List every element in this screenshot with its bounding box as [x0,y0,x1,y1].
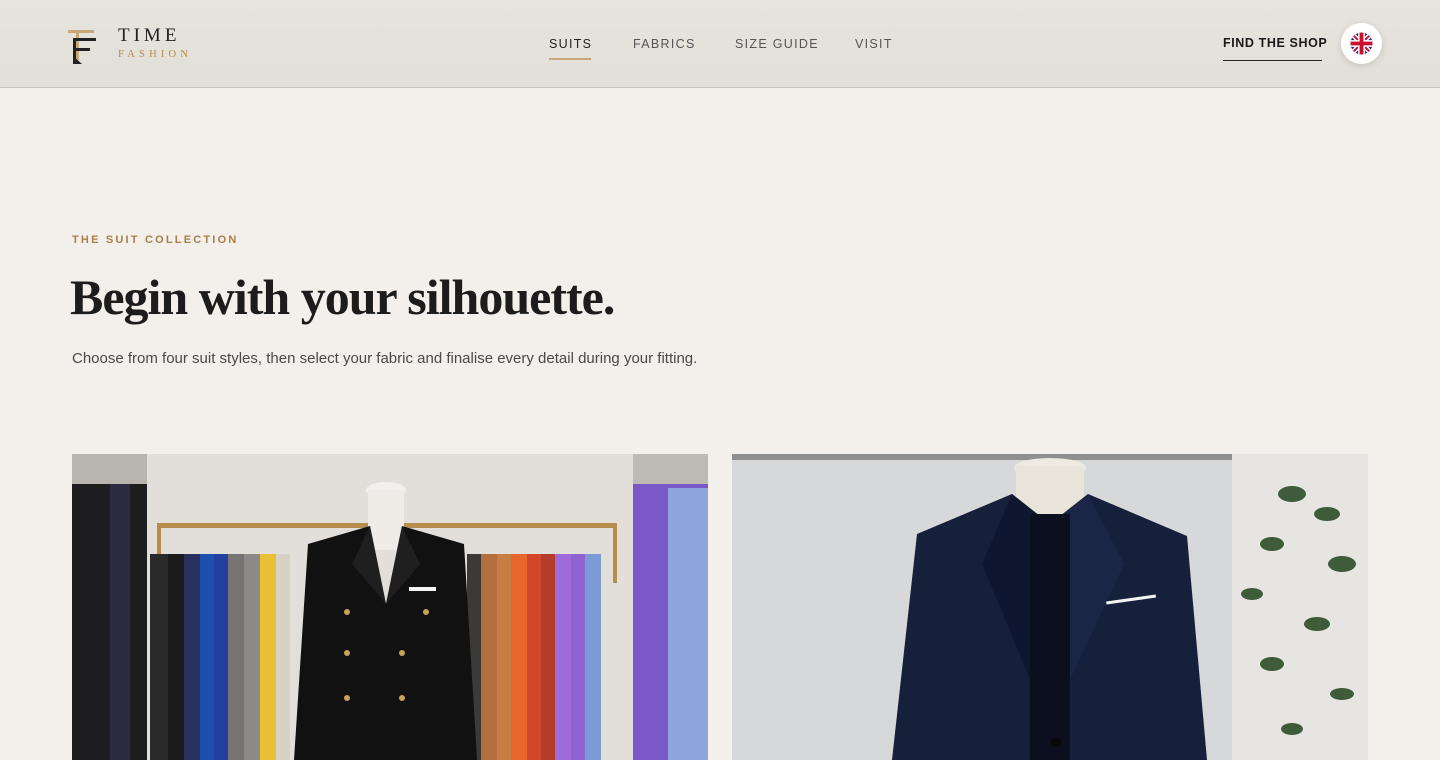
nav-item-suits[interactable]: SUITS [549,37,592,51]
logo-monogram-icon [68,30,96,64]
suit-card-double-breasted[interactable] [72,454,708,760]
intro-paragraph: Choose from four suit styles, then selec… [72,350,698,367]
find-the-shop-link[interactable]: FIND THE SHOP [1223,36,1327,50]
nav-item-size-guide[interactable]: SIZE GUIDE [735,37,819,51]
find-shop-underline [1223,60,1322,61]
double-breasted-suit-image [72,454,708,760]
uk-flag-icon [1350,32,1373,55]
section-eyebrow: THE SUIT COLLECTION [72,234,239,246]
suit-card-single-breasted[interactable] [732,454,1368,760]
navy-suit-image [732,454,1368,760]
language-switcher-button[interactable] [1341,23,1382,64]
nav-item-fabrics[interactable]: FABRICS [633,37,696,51]
brand-logo[interactable]: TIME FASHION [66,26,216,66]
logo-wordmark: TIME FASHION [118,26,192,63]
brand-name: TIME [118,25,181,46]
brand-tagline: FASHION [118,49,193,60]
nav-item-visit[interactable]: VISIT [855,37,893,51]
active-nav-underline [549,58,591,60]
site-header: TIME FASHION SUITS FABRICS SIZE GUIDE VI… [0,0,1440,88]
page-headline: Begin with your silhouette. [70,269,615,325]
